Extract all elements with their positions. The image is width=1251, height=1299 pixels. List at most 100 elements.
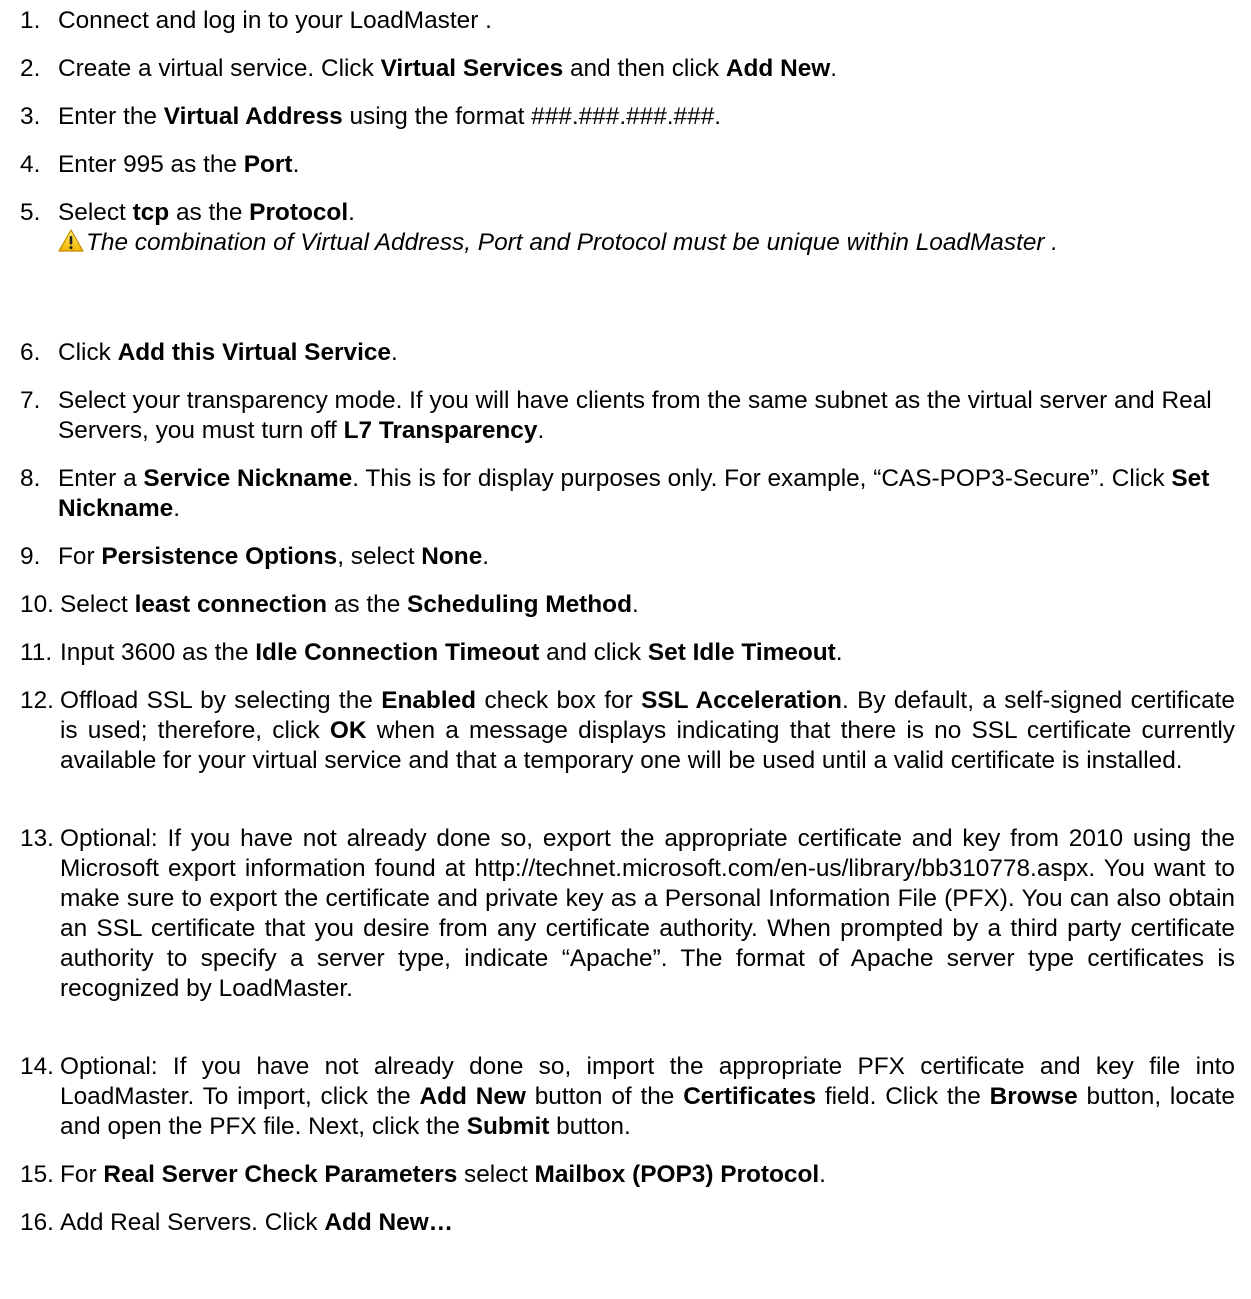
text-run: Connect and log in to your LoadMaster . — [58, 7, 492, 34]
step-text: Enter the Virtual Address using the form… — [58, 102, 1235, 132]
emphasis-text: Enabled — [381, 687, 477, 714]
text-run: . — [631, 591, 639, 618]
step-number: 12. — [20, 687, 54, 714]
emphasis-text: SSL Acceleration — [641, 687, 842, 714]
emphasis-text: Service Nickname — [143, 465, 353, 492]
emphasis-text: Port — [243, 151, 293, 178]
emphasis-text: Idle Connection Timeout — [255, 639, 540, 666]
step-number: 8. — [20, 465, 41, 492]
warning-icon — [58, 229, 84, 253]
text-run: Create a virtual service. Click — [58, 55, 381, 82]
text-run: , select — [337, 543, 422, 570]
step-15: 15. For Real Server Check Parameters sel… — [20, 1160, 1235, 1190]
step-number: 2. — [20, 55, 41, 82]
step-5: 5. Select tcp as the Protocol. — [20, 198, 1235, 228]
text-run: and click — [539, 639, 648, 666]
emphasis-text: tcp — [132, 199, 170, 226]
step-3: 3. Enter the Virtual Address using the f… — [20, 102, 1235, 132]
step-9: 9. For Persistence Options, select None. — [20, 542, 1235, 572]
step-number: 6. — [20, 339, 41, 366]
emphasis-text: Certificates — [683, 1083, 817, 1110]
text-run: Enter the — [58, 103, 164, 130]
step-number: 14. — [20, 1053, 54, 1080]
step-number: 10. — [20, 591, 54, 618]
text-run: Select your transparency mode. If you wi… — [58, 387, 1212, 444]
text-run: . — [173, 495, 181, 522]
emphasis-text: None — [421, 543, 483, 570]
text-run: For — [58, 543, 102, 570]
step-number: 4. — [20, 151, 41, 178]
text-run: Optional: If you have not already done s… — [60, 825, 1235, 1002]
text-run: . — [819, 1161, 826, 1188]
step-number: 5. — [20, 199, 41, 226]
emphasis-text: Add New — [725, 55, 831, 82]
step-12: 12. Offload SSL by selecting the Enabled… — [20, 686, 1235, 776]
text-run: For — [60, 1161, 104, 1188]
step-number: 7. — [20, 387, 41, 414]
emphasis-text: Protocol — [249, 199, 349, 226]
text-run: using the format ###.###.###.###. — [342, 103, 722, 130]
text-run: . — [835, 639, 843, 666]
step-text: Create a virtual service. Click Virtual … — [58, 54, 1235, 84]
text-run: . This is for display purposes only. For… — [352, 465, 1172, 492]
step-text: Offload SSL by selecting the Enabled che… — [60, 686, 1235, 776]
text-run: check box for — [476, 687, 642, 714]
step-6: 6. Click Add this Virtual Service. — [20, 338, 1235, 368]
text-run: button. — [549, 1113, 631, 1140]
step-11: 11. Input 3600 as the Idle Connection Ti… — [20, 638, 1235, 668]
note-text: The combination of Virtual Address, Port… — [86, 229, 1059, 256]
step-text: Input 3600 as the Idle Connection Timeou… — [60, 638, 1235, 668]
emphasis-text: Submit — [466, 1113, 550, 1140]
text-run: and then click — [563, 55, 726, 82]
text-run: Select — [58, 199, 133, 226]
step-14: 14. Optional: If you have not already do… — [20, 1052, 1235, 1142]
emphasis-text: Scheduling Method — [407, 591, 632, 618]
step-number: 15. — [20, 1161, 54, 1188]
emphasis-text: Real Server Check Parameters — [103, 1161, 458, 1188]
text-run: button of the — [525, 1083, 684, 1110]
step-text: Optional: If you have not already done s… — [60, 824, 1235, 1004]
emphasis-text: OK — [329, 717, 367, 744]
step-text: Select tcp as the Protocol. — [58, 198, 1235, 228]
step-16: 16. Add Real Servers. Click Add New… — [20, 1208, 1235, 1238]
text-run: . — [482, 543, 490, 570]
emphasis-text: L7 Transparency — [343, 417, 538, 444]
step-number: 9. — [20, 543, 41, 570]
emphasis-text: least connection — [134, 591, 328, 618]
emphasis-text: Virtual Services — [380, 55, 564, 82]
step-number: 13. — [20, 825, 54, 852]
text-run: Add Real Servers. Click — [60, 1209, 325, 1236]
text-run: . — [292, 151, 300, 178]
emphasis-text: Virtual Address — [163, 103, 343, 130]
text-run: select — [457, 1161, 535, 1188]
text-run: . — [390, 339, 398, 366]
text-run: as the — [327, 591, 408, 618]
step-number: 11. — [20, 639, 53, 666]
text-run: Enter 995 as the — [58, 151, 244, 178]
step-number: 1. — [20, 7, 41, 34]
text-run: Select — [60, 591, 135, 618]
text-run: . — [830, 55, 838, 82]
step-text: Enter 995 as the Port. — [58, 150, 1235, 180]
step-10: 10. Select least connection as the Sched… — [20, 590, 1235, 620]
step-text: Enter a Service Nickname. This is for di… — [58, 464, 1235, 524]
step-text: For Real Server Check Parameters select … — [60, 1160, 1235, 1190]
emphasis-text: Mailbox (POP3) Protocol — [534, 1161, 820, 1188]
emphasis-text: Persistence Options — [101, 543, 338, 570]
text-run: Enter a — [58, 465, 144, 492]
text-run: . — [348, 199, 355, 226]
step-4: 4. Enter 995 as the Port. — [20, 150, 1235, 180]
text-run: Offload SSL by selecting the — [60, 687, 382, 714]
step-text: For Persistence Options, select None. — [58, 542, 1235, 572]
emphasis-text: Set Idle Timeout — [647, 639, 836, 666]
emphasis-text: Add New — [419, 1083, 526, 1110]
text-run: . — [537, 417, 545, 444]
text-run: field. Click the — [816, 1083, 990, 1110]
emphasis-text: Add this Virtual Service — [117, 339, 391, 366]
step-text: Connect and log in to your LoadMaster . — [58, 6, 1235, 36]
text-run: as the — [169, 199, 250, 226]
note-block: The combination of Virtual Address, Port… — [58, 228, 1218, 258]
step-text: Optional: If you have not already done s… — [60, 1052, 1235, 1142]
text-run: Input 3600 as the — [60, 639, 256, 666]
step-text: Add Real Servers. Click Add New… — [60, 1208, 1235, 1238]
